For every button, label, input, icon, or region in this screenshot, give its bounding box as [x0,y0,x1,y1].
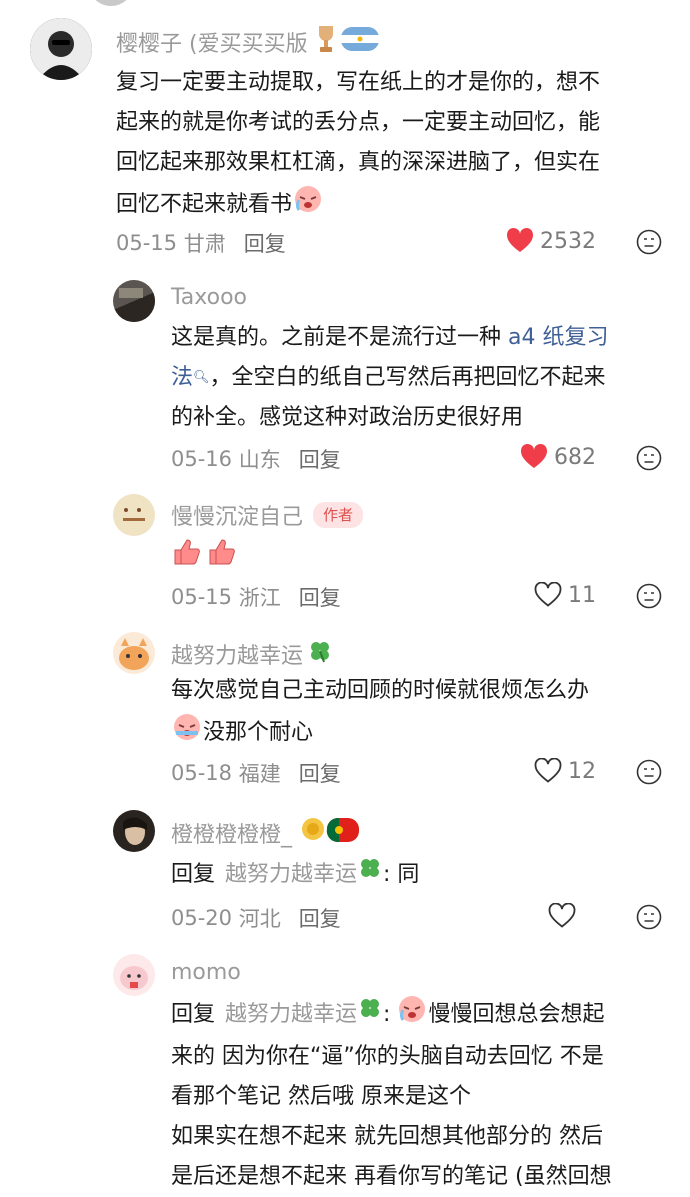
comment-meta: 05-15 浙江 回复 [171,582,341,612]
dislike-icon[interactable] [636,445,662,471]
like-button[interactable]: 2532 [506,228,596,254]
like-button[interactable]: 12 [534,758,596,784]
reply-button[interactable]: 回复 [244,228,286,258]
author-badge: 作者 [313,502,364,528]
like-count: 11 [568,582,596,608]
comment-text: 回复 越努力越幸运 : 慢慢回想总会想起 来的 因为你在“逼”你的头脑自动去回忆… [171,993,676,1197]
comment-text: 每次感觉自己主动回顾的时候就很烦怎么办 没那个耐心 [171,671,589,755]
comment-meta: 05-16 山东 回复 [171,444,341,474]
avatar[interactable] [113,280,155,322]
username[interactable]: momo [171,960,241,985]
like-button[interactable] [548,903,582,929]
previous-avatar-edge [88,0,134,6]
dislike-icon[interactable] [636,229,662,255]
comment-meta: 05-20 河北 回复 [171,903,341,933]
username[interactable]: Taxooo [171,285,247,310]
reply-button[interactable]: 回复 [299,758,341,788]
username[interactable]: 慢慢沉淀自己 作者 [171,499,364,531]
search-link-continued[interactable]: 法🔍︎ [171,365,210,390]
username[interactable]: 越努力越幸运 [171,638,333,670]
argentina-flag-icon [340,26,380,58]
dislike-icon[interactable] [636,583,662,609]
heart-outline-icon [548,903,576,928]
reply-button[interactable]: 回复 [299,903,341,933]
comment-meta: 05-18 福建 回复 [171,758,341,788]
portugal-flag-icon [326,817,360,849]
username[interactable]: 樱樱子 (爱买买买版 [116,24,380,60]
mention-link[interactable]: 越努力越幸运 [225,855,357,895]
clover-icon [357,995,383,1035]
clover-icon [307,638,333,670]
avatar[interactable] [30,18,92,80]
reply-button[interactable]: 回复 [299,444,341,474]
crying-emoji-icon [171,711,203,755]
search-link[interactable]: a4 纸复习 [508,325,608,350]
heart-filled-icon [520,444,548,468]
avatar[interactable] [113,494,155,536]
trophy-icon [314,24,338,60]
username[interactable]: 橙橙橙橙橙_ [171,816,360,850]
mention-link[interactable]: 越努力越幸运 [225,995,357,1035]
heart-outline-icon [534,582,562,607]
dislike-icon[interactable] [636,904,662,930]
comment-meta: 05-15 甘肃 回复 [116,228,286,258]
thumbs-up-emoji-pair [171,538,236,570]
heart-outline-icon [534,758,562,783]
comment-text: 这是真的。之前是不是流行过一种 a4 纸复习 法🔍︎，全空白的纸自己写然后再把回… [171,325,609,430]
like-count: 12 [568,758,596,784]
search-icon: 🔍︎ [193,370,210,385]
like-count: 682 [554,444,596,470]
like-button[interactable]: 11 [534,582,596,608]
thumbs-up-icon [174,539,200,565]
comment-text: 回复 越努力越幸运 : 同 [171,855,419,895]
crying-emoji-icon [396,993,428,1037]
reply-button[interactable]: 回复 [299,582,341,612]
like-count: 2532 [540,228,596,254]
clover-icon [357,855,383,895]
avatar[interactable] [113,954,155,996]
crying-emoji-icon [292,183,324,227]
trophy-icon [300,816,326,850]
dislike-icon[interactable] [636,759,662,785]
avatar[interactable] [113,632,155,674]
heart-filled-icon [506,228,534,252]
comment-text: 复习一定要主动提取，写在纸上的才是你的，想不 起来的就是你考试的丢分点，一定要主… [116,63,600,227]
avatar[interactable] [113,810,155,852]
like-button[interactable]: 682 [520,444,596,470]
thumbs-up-icon [209,539,235,565]
